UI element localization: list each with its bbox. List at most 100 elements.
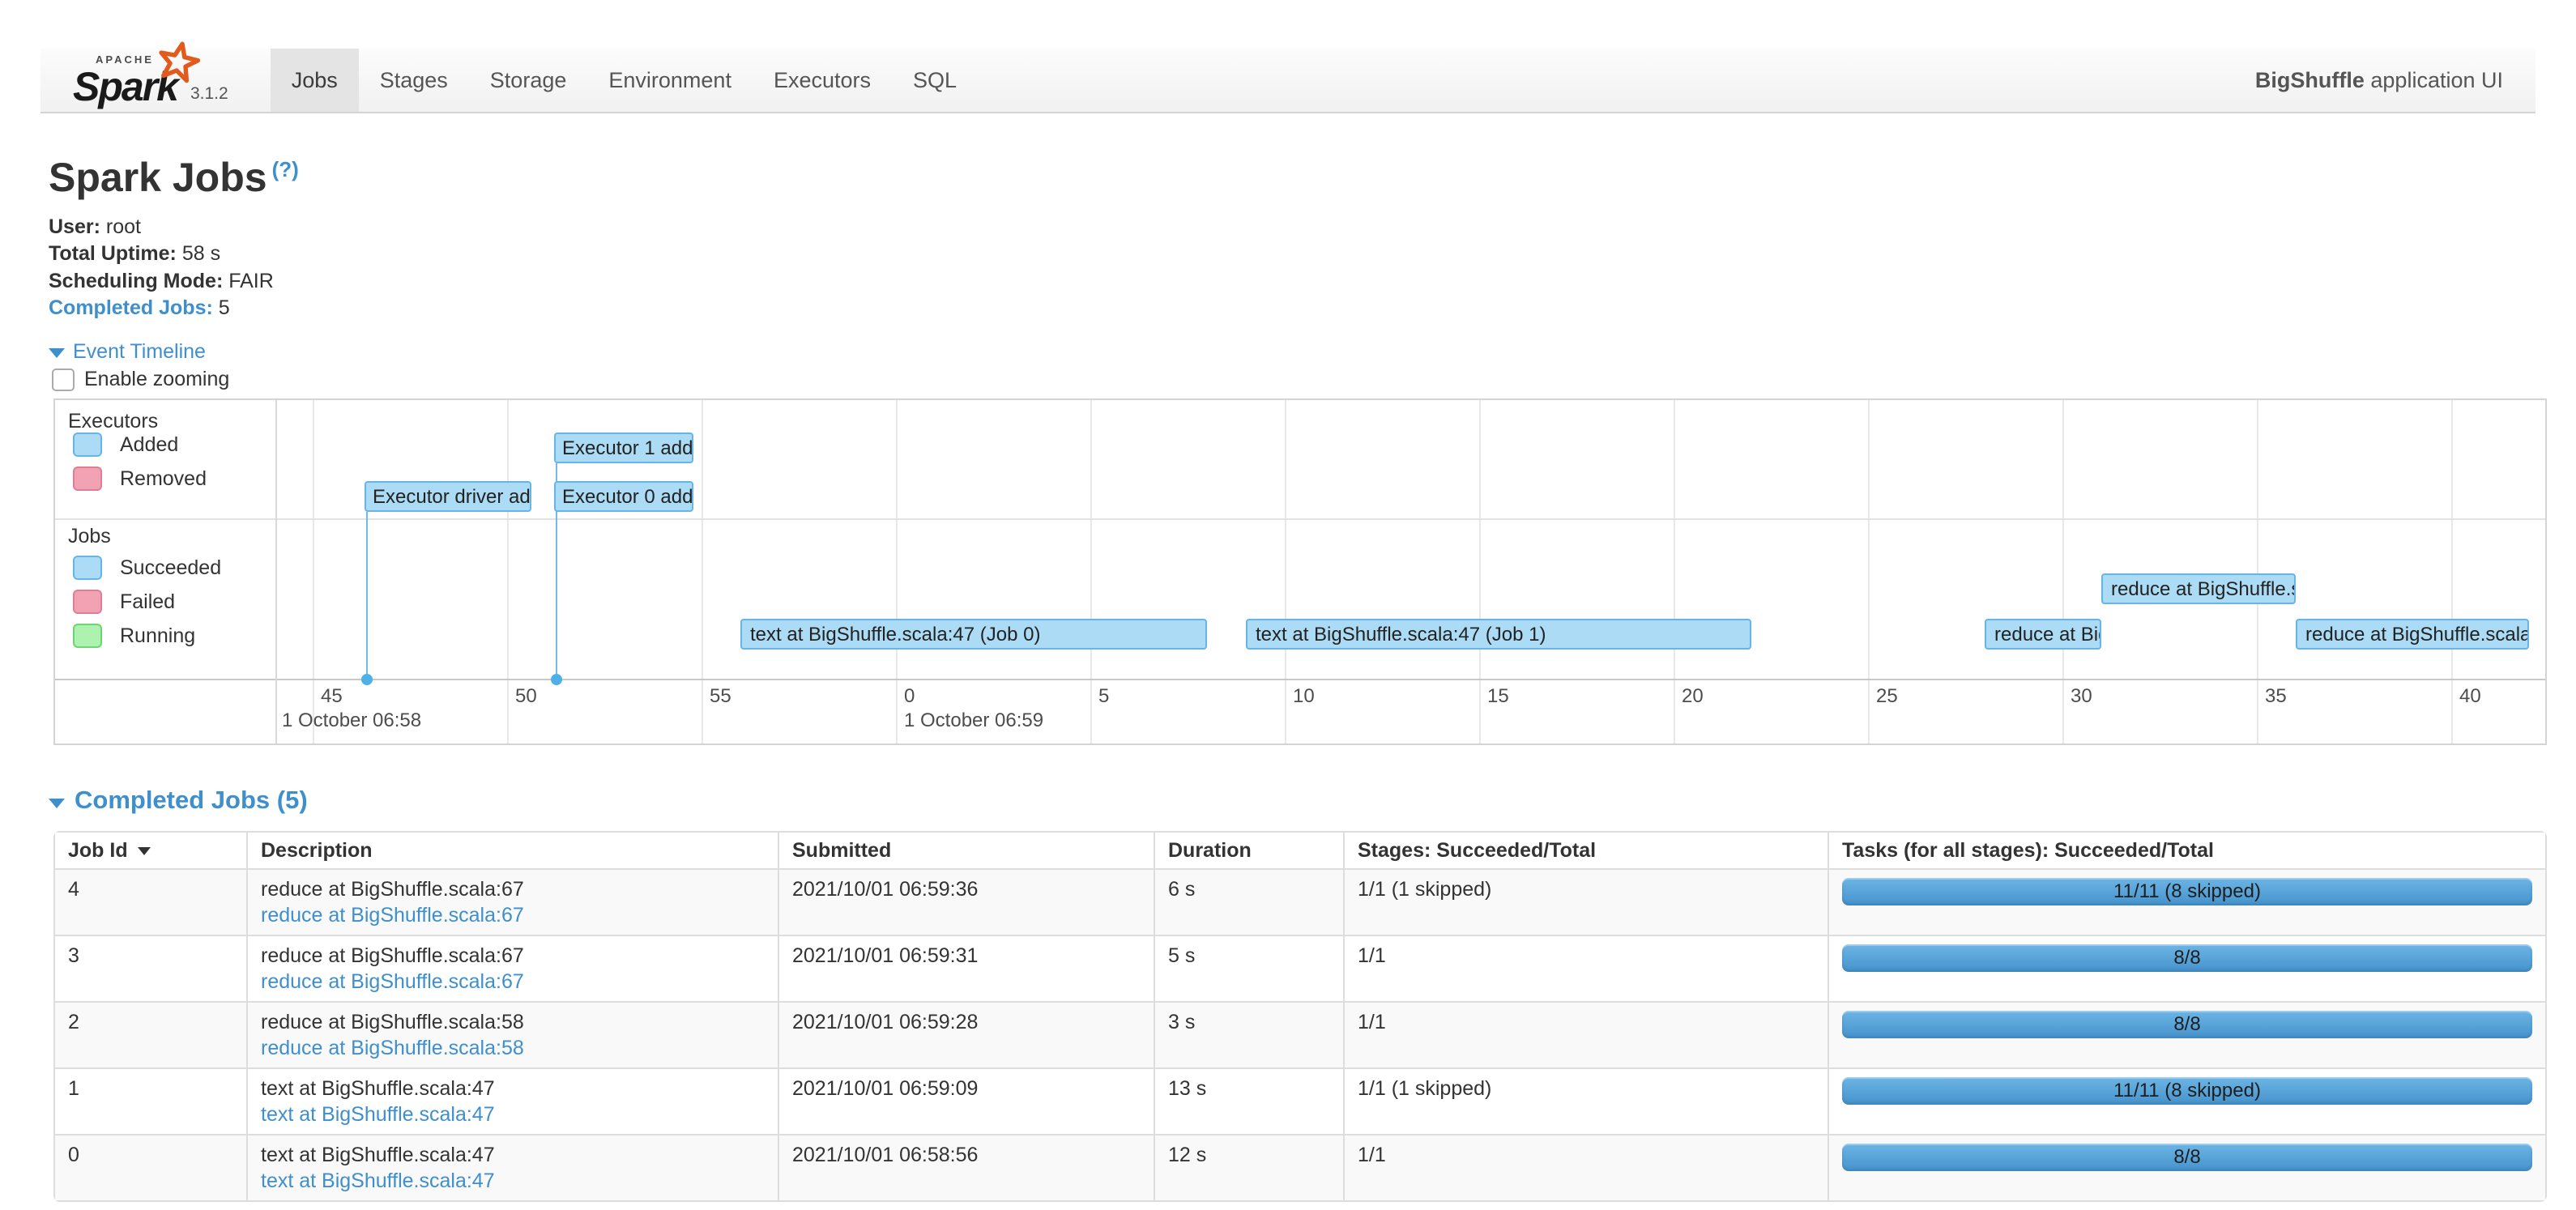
event-timeline-toggle[interactable]: Event Timeline [49,340,206,364]
duration-cell: 13 s [1154,1067,1343,1134]
timeline-gridline [896,400,898,743]
enable-zooming-label: Enable zooming [84,368,229,391]
stages-cell: 1/1 (1 skipped) [1343,868,1828,935]
tasks-cell: 8/8 [1828,1001,2545,1067]
legend-job-succeeded: Succeeded [73,556,221,580]
job-id-cell: 3 [55,935,246,1001]
tab-environment[interactable]: Environment [587,49,753,112]
help-link[interactable]: (?) [272,157,299,181]
description-cell: text at BigShuffle.scala:47text at BigSh… [246,1067,778,1134]
enable-zooming-checkbox[interactable] [52,369,75,391]
duration-cell: 12 s [1154,1134,1343,1200]
description-cell: reduce at BigShuffle.scala:67reduce at B… [246,868,778,935]
event-timeline-chart: Executors Added Removed Jobs Succeeded F… [53,398,2547,745]
col-stages[interactable]: Stages: Succeeded/Total [1343,833,1828,868]
timeline-gridline [1479,400,1481,743]
tab-executors[interactable]: Executors [753,49,892,112]
job-detail-link[interactable]: text at BigShuffle.scala:47 [261,1103,495,1126]
application-title: BigShuffle application UI [2255,49,2535,112]
description-cell: text at BigShuffle.scala:47text at BigSh… [246,1134,778,1200]
submitted-cell: 2021/10/01 06:58:56 [778,1134,1154,1200]
col-description[interactable]: Description [246,833,778,868]
legend-executors-title: Executors [68,410,158,433]
collapse-arrow-icon [49,348,65,358]
page-title: Spark Jobs(?) [49,154,299,201]
timeline-group-separator [55,518,2545,520]
stages-cell: 1/1 [1343,1001,1828,1067]
timeline-job-3-bar[interactable]: reduce at BigShuffle.scala:67 (Job 3) [2101,573,2296,604]
axis-tick: 5 [1098,685,1109,708]
duration-cell: 6 s [1154,868,1343,935]
navbar: APACHESpark 3.1.2 Jobs Stages Storage En… [41,49,2535,113]
axis-tick: 25 [1876,685,1898,708]
spark-star-icon [156,41,200,89]
executor-added-anchor-dot [551,674,562,685]
timeline-gridline [2257,400,2258,743]
stages-cell: 1/1 (1 skipped) [1343,1067,1828,1134]
timeline-event-executor-1-added: Executor 1 added [554,432,693,463]
axis-tick: 15 [1487,685,1509,708]
completed-jobs-table: Job Id Description Submitted Duration St… [53,831,2547,1202]
axis-tick: 40 [2459,685,2481,708]
timeline-gridline [702,400,703,743]
timeline-job-0-bar[interactable]: text at BigShuffle.scala:47 (Job 0) [740,619,1207,650]
legend-job-failed: Failed [73,590,175,614]
tasks-progress-bar: 8/8 [1842,1011,2532,1038]
timeline-job-4-bar[interactable]: reduce at BigShuffle.scala:67 (Job 4) [2296,619,2529,650]
timeline-gridline [1285,400,1286,743]
table-header-row: Job Id Description Submitted Duration St… [55,833,2545,868]
table-row: 0 text at BigShuffle.scala:47text at Big… [55,1134,2545,1200]
completed-jobs-toggle[interactable]: Completed Jobs (5) [49,786,308,815]
timeline-job-2-bar[interactable]: reduce at BigShuffle.scala:58 (Job 2) [1985,619,2101,650]
legend-jobs-title: Jobs [68,525,111,548]
job-detail-link[interactable]: reduce at BigShuffle.scala:67 [261,904,524,927]
timeline-gridline [313,400,314,743]
tasks-cell: 8/8 [1828,935,2545,1001]
application-name: BigShuffle [2255,68,2365,93]
tasks-progress-bar: 11/11 (8 skipped) [1842,1077,2532,1105]
application-suffix: application UI [2365,68,2503,93]
axis-tick: 45 [321,685,343,708]
enable-zooming-control[interactable]: Enable zooming [52,368,229,391]
legend-removed-swatch [73,467,102,491]
col-submitted[interactable]: Submitted [778,833,1154,868]
col-duration[interactable]: Duration [1154,833,1343,868]
col-tasks[interactable]: Tasks (for all stages): Succeeded/Total [1828,833,2545,868]
tab-storage[interactable]: Storage [469,49,588,112]
axis-date-label: 1 October 06:59 [904,709,1043,732]
legend-job-running: Running [73,624,195,648]
tab-sql[interactable]: SQL [892,49,978,112]
table-row: 2 reduce at BigShuffle.scala:58reduce at… [55,1001,2545,1067]
timeline-gridline [2451,400,2453,743]
tab-stages[interactable]: Stages [359,49,469,112]
timeline-gridline [507,400,509,743]
col-job-id[interactable]: Job Id [55,833,246,868]
description-cell: reduce at BigShuffle.scala:58reduce at B… [246,1001,778,1067]
legend-failed-swatch [73,590,102,614]
legend-executor-added: Added [73,432,178,457]
spark-logo[interactable]: APACHESpark 3.1.2 [41,49,228,112]
duration-cell: 5 s [1154,935,1343,1001]
info-completed-jobs: Completed Jobs: 5 [49,295,274,322]
timeline-job-1-bar[interactable]: text at BigShuffle.scala:47 (Job 1) [1246,619,1751,650]
timeline-legend-border [275,400,277,743]
legend-executor-removed: Removed [73,467,207,491]
timeline-event-executor-0-added: Executor 0 added [554,481,693,512]
summary-info: User: root Total Uptime: 58 s Scheduling… [49,214,274,322]
timeline-axis-line [55,679,2545,680]
tasks-cell: 11/11 (8 skipped) [1828,868,2545,935]
axis-tick: 30 [2071,685,2092,708]
nav-tabs: Jobs Stages Storage Environment Executor… [271,49,978,112]
timeline-gridline [2062,400,2064,743]
job-id-cell: 0 [55,1134,246,1200]
table-row: 4 reduce at BigShuffle.scala:67reduce at… [55,868,2545,935]
job-detail-link[interactable]: text at BigShuffle.scala:47 [261,1170,495,1192]
tab-jobs[interactable]: Jobs [271,49,359,112]
axis-tick: 55 [710,685,731,708]
job-detail-link[interactable]: reduce at BigShuffle.scala:58 [261,1037,524,1059]
executor-driver-anchor-dot [361,674,373,685]
job-detail-link[interactable]: reduce at BigShuffle.scala:67 [261,970,524,993]
axis-date-label: 1 October 06:58 [282,709,421,732]
axis-tick: 10 [1293,685,1315,708]
completed-jobs-link[interactable]: Completed Jobs: [49,296,213,319]
